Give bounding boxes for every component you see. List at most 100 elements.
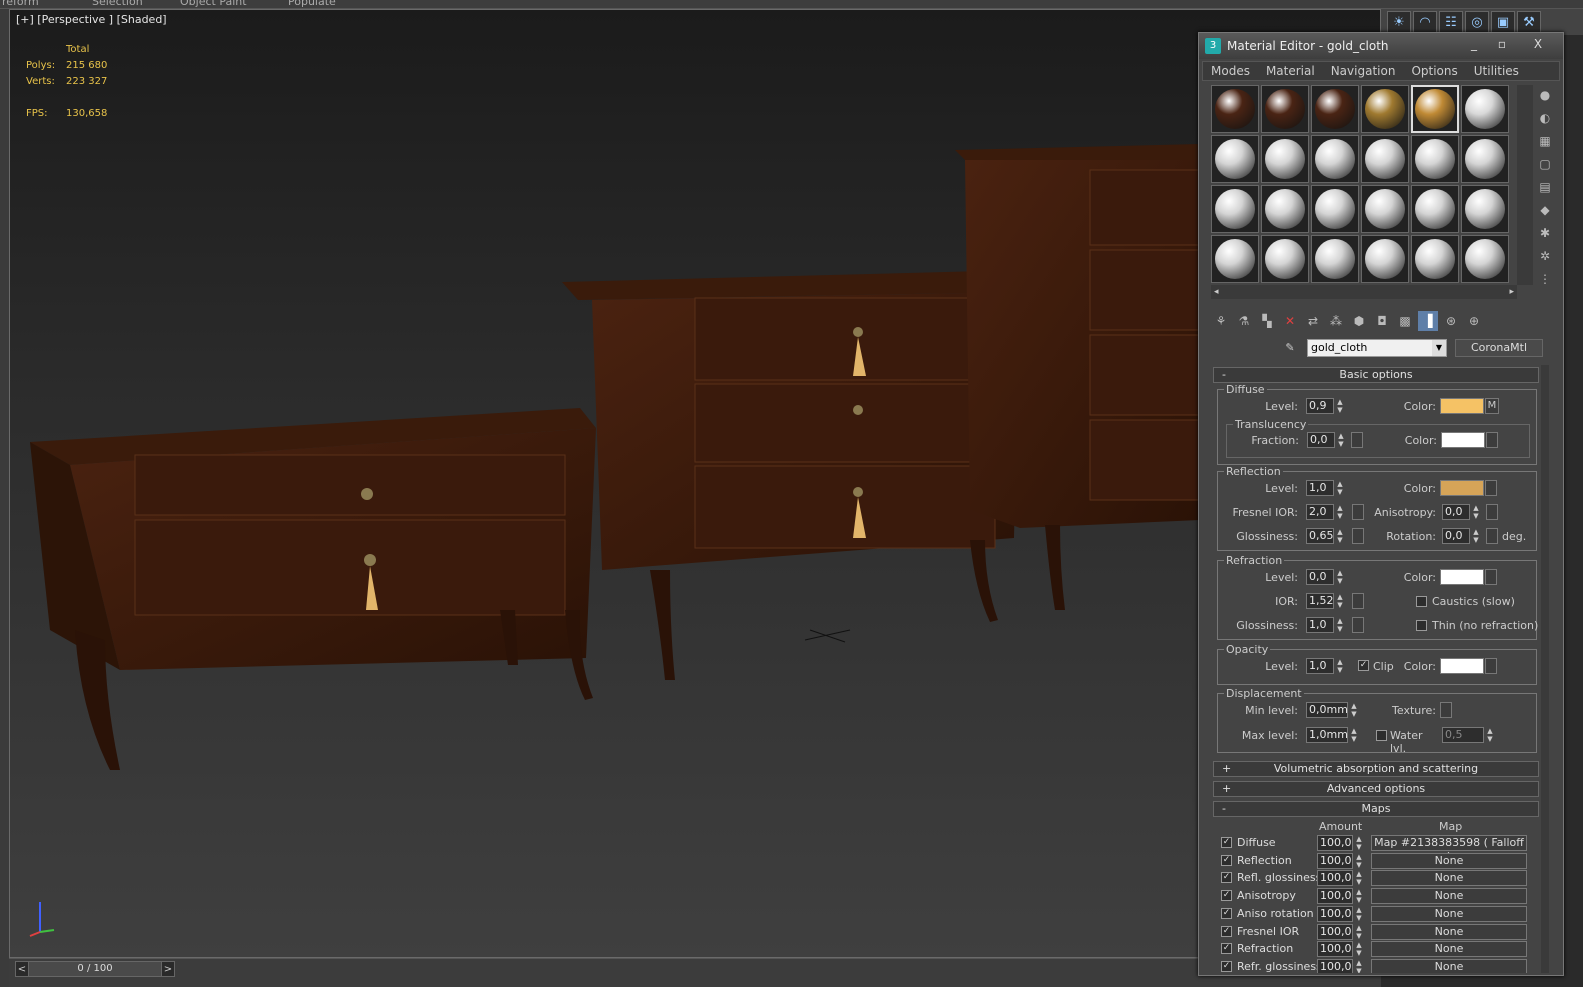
material-slot[interactable] [1461,85,1509,133]
material-slot[interactable] [1411,235,1459,283]
material-slot[interactable] [1411,85,1459,133]
map-slot-button[interactable]: None [1371,958,1527,973]
tab-selection[interactable]: Selection [92,0,143,8]
material-slot[interactable] [1311,135,1359,183]
material-slot[interactable] [1311,235,1359,283]
map-slot-button[interactable]: Map #2138383598 ( Falloff ) [1371,835,1527,863]
min-level-spinner[interactable]: 0,0mm ▲ ▼ [1306,702,1357,718]
fresnel-ior-spinner[interactable]: 2,0 ▲ ▼ [1306,504,1343,520]
tab-object-paint[interactable]: Object Paint [180,0,247,8]
menu-utilities[interactable]: Utilities [1466,64,1527,78]
viewport-label[interactable]: [+] [Perspective ] [Shaded] [16,13,167,26]
assign-to-selection-icon[interactable]: ▚ [1257,311,1277,331]
menu-options[interactable]: Options [1403,64,1465,78]
spinner-arrows-icon[interactable]: ▲ ▼ [1335,398,1345,414]
rollout-maps[interactable]: - Maps [1213,801,1539,817]
rollout-volumetric[interactable]: + Volumetric absorption and scattering [1213,761,1539,777]
scroll-right-icon[interactable]: ▸ [1509,287,1514,297]
maximize-button[interactable]: ▫ [1489,36,1515,54]
material-slot[interactable] [1211,185,1259,233]
material-slot[interactable] [1361,185,1409,233]
material-slot[interactable] [1461,185,1509,233]
menu-navigation[interactable]: Navigation [1323,64,1404,78]
next-frame-button[interactable]: > [162,964,174,975]
put-to-scene-icon[interactable]: ⚗ [1234,311,1254,331]
map-enabled-checkbox[interactable]: ✓ [1221,837,1232,848]
curve-editor-icon[interactable]: ◠ [1413,11,1437,33]
material-slot[interactable] [1211,135,1259,183]
backlight-icon[interactable]: ◐ [1535,108,1555,128]
map-amount-spinner[interactable]: 100,0 ▲ ▼ [1317,941,1362,958]
map-amount-spinner[interactable]: 100,0 ▲ ▼ [1317,958,1362,973]
map-enabled-checkbox[interactable]: ✓ [1221,854,1232,866]
spinner-arrows-icon[interactable]: ▲ ▼ [1335,569,1345,585]
map-amount-spinner[interactable]: 100,0 ▲ ▼ [1317,923,1362,940]
map-slot-button[interactable]: None [1371,905,1527,922]
diffuse-map-button[interactable]: M [1485,398,1499,414]
refraction-glossiness-spinner[interactable]: 1,0 ▲ ▼ [1306,617,1343,633]
map-amount-spinner[interactable]: 100,0 ▲ ▼ [1317,852,1362,869]
go-forward-sibling-icon[interactable]: ⊕ [1464,311,1484,331]
eyedropper-icon[interactable]: ✎ [1281,339,1299,357]
material-slot[interactable] [1361,85,1409,133]
refraction-color-swatch[interactable] [1440,569,1484,585]
material-slot[interactable] [1261,235,1309,283]
options-icon[interactable]: ✱ [1535,223,1555,243]
slots-horizontal-scrollbar[interactable]: ◂ ▸ [1211,285,1517,299]
material-slot[interactable] [1261,85,1309,133]
show-end-result-icon[interactable]: ▐ [1418,311,1438,331]
get-material-icon[interactable]: ⚘ [1211,311,1231,331]
reset-map-icon[interactable]: ✕ [1280,311,1300,331]
opacity-level-spinner[interactable]: 1,0 ▲ ▼ [1306,658,1343,674]
refraction-map-button[interactable] [1485,569,1497,585]
material-map-navigator-icon[interactable]: ⋮ [1535,269,1555,289]
select-by-material-icon[interactable]: ✲ [1535,246,1555,266]
spinner-arrows-icon[interactable]: ▲ ▼ [1354,888,1364,904]
make-unique-icon[interactable]: ⁂ [1326,311,1346,331]
translucency-map-button[interactable] [1486,432,1498,448]
material-slot[interactable] [1461,135,1509,183]
rollout-advanced-options[interactable]: + Advanced options [1213,781,1539,797]
anisotropy-map-button[interactable] [1486,504,1498,520]
put-to-library-icon[interactable]: ⬢ [1349,311,1369,331]
spinner-arrows-icon[interactable]: ▲ ▼ [1335,617,1345,633]
map-slot-button[interactable]: None [1371,888,1527,905]
map-enabled-checkbox[interactable]: ✓ [1221,960,1232,972]
material-slot[interactable] [1411,135,1459,183]
go-to-parent-icon[interactable]: ⊛ [1441,311,1461,331]
refraction-gloss-map-button[interactable] [1352,617,1364,633]
fraction-map-button[interactable] [1351,432,1363,448]
menu-modes[interactable]: Modes [1203,64,1258,78]
spinner-arrows-icon[interactable]: ▲ ▼ [1471,504,1481,520]
chevron-down-icon[interactable]: ▼ [1432,340,1446,356]
caustics-checkbox[interactable] [1416,596,1427,607]
spinner-arrows-icon[interactable]: ▲ ▼ [1354,853,1364,869]
spinner-arrows-icon[interactable]: ▲ ▼ [1354,906,1364,922]
max-level-spinner[interactable]: 1,0mm ▲ ▼ [1306,727,1357,743]
show-shaded-material-icon[interactable]: ▩ [1395,311,1415,331]
render-sun-icon[interactable]: ☀ [1387,11,1411,33]
map-amount-spinner[interactable]: 100,0 ▲ ▼ [1317,888,1362,905]
parameters-scrollbar[interactable] [1541,365,1549,973]
map-enabled-checkbox[interactable]: ✓ [1221,943,1232,955]
material-slot[interactable] [1211,235,1259,283]
spinner-arrows-icon[interactable]: ▲ ▼ [1335,593,1345,609]
material-name-field[interactable]: gold_cloth ▼ [1307,339,1447,357]
clip-checkbox[interactable]: ✓ [1358,660,1369,671]
opacity-color-swatch[interactable] [1440,658,1484,674]
material-slot[interactable] [1461,235,1509,283]
background-checker-icon[interactable]: ▦ [1535,131,1555,151]
tab-populate[interactable]: Populate [288,0,336,8]
map-amount-spinner[interactable]: 100,0 ▲ ▼ [1317,870,1362,887]
ior-spinner[interactable]: 1,52 ▲ ▼ [1306,593,1343,609]
map-slot-button[interactable]: None [1371,923,1527,940]
slots-vertical-scrollbar[interactable] [1517,85,1533,285]
spinner-arrows-icon[interactable]: ▲ ▼ [1354,959,1364,973]
map-enabled-checkbox[interactable]: ✓ [1221,890,1232,902]
rotation-spinner[interactable]: 0,0 ▲ ▼ [1442,528,1479,544]
time-slider-bar[interactable]: < 0 / 100 > [15,961,175,977]
render-setup-icon[interactable]: ▣ [1491,11,1515,33]
map-amount-spinner[interactable]: 100,0 ▲ ▼ [1317,905,1362,922]
translucency-color-swatch[interactable] [1441,432,1485,448]
map-slot-button[interactable]: None [1371,941,1527,958]
